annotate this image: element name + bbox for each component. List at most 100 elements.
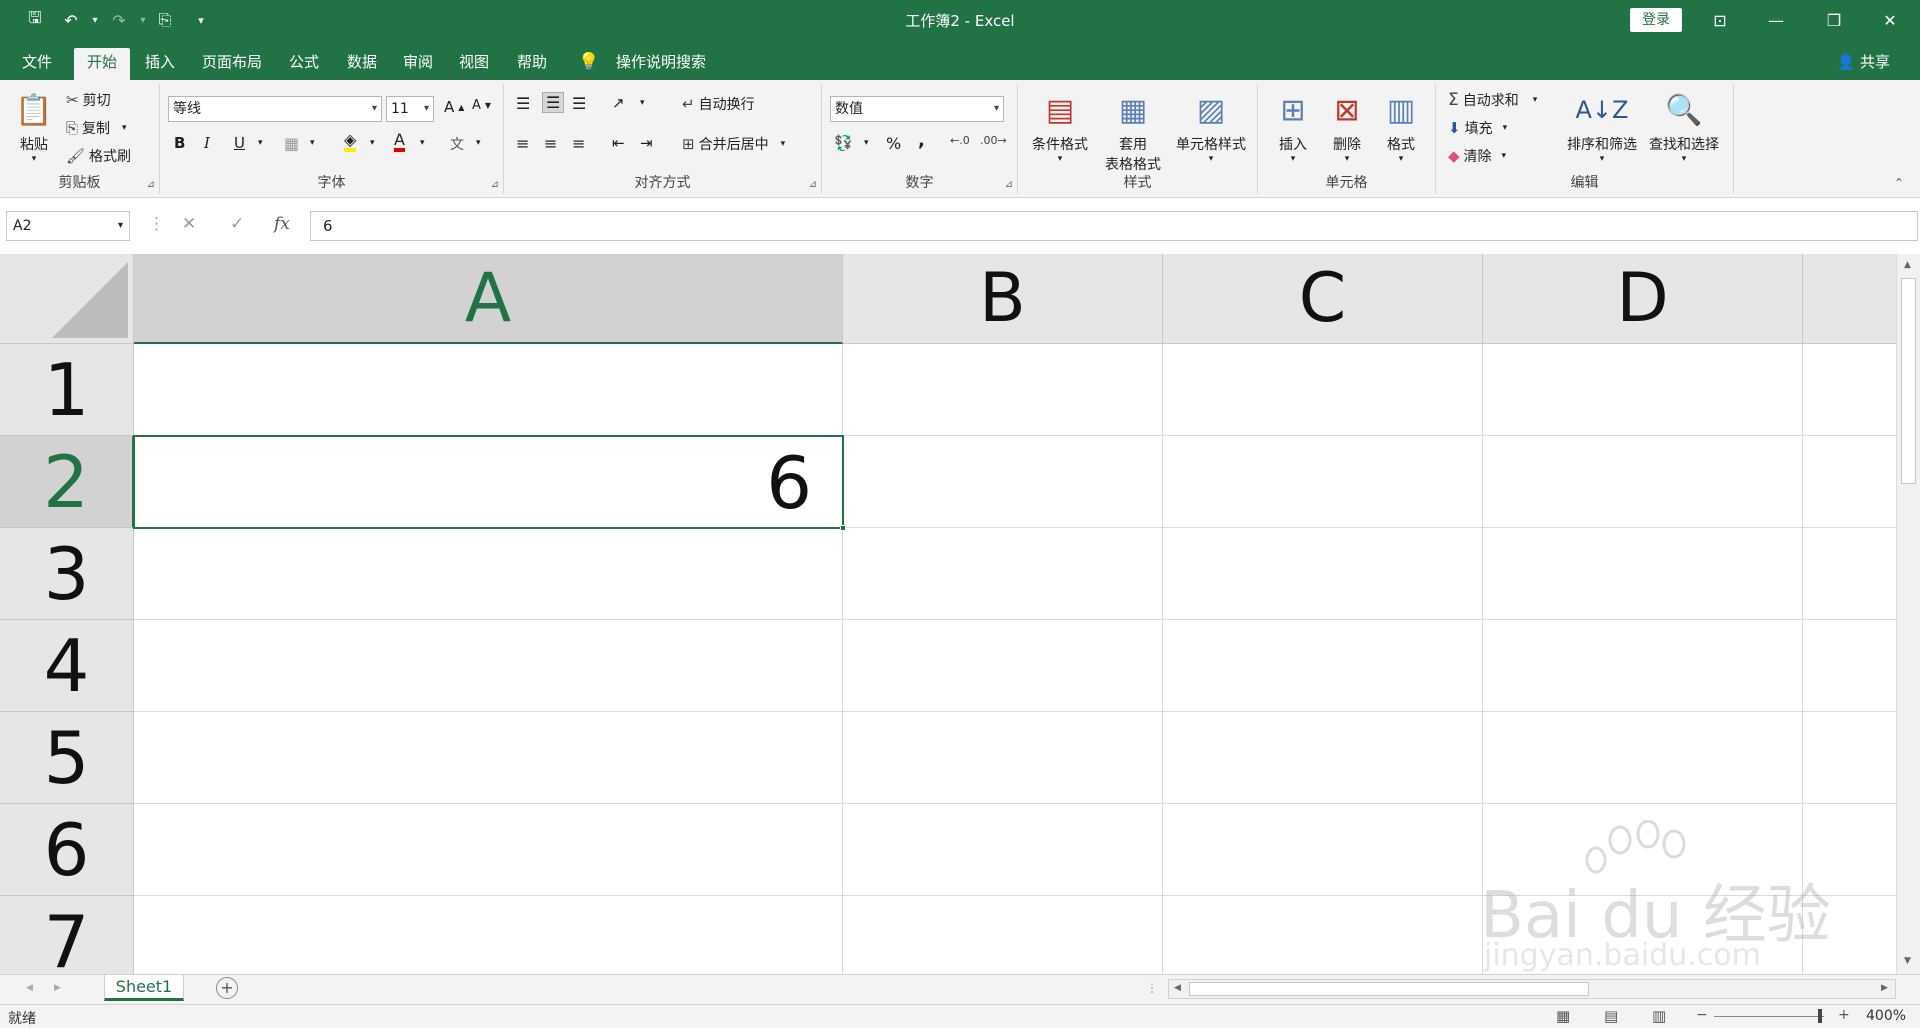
percent-style-button[interactable]: % xyxy=(886,134,901,153)
cell[interactable] xyxy=(1803,620,1897,712)
conditional-formatting-button[interactable]: ▤ 条件格式 ▾ xyxy=(1024,90,1096,165)
cell[interactable] xyxy=(843,712,1163,804)
tell-me-search[interactable]: 操作说明搜索 xyxy=(606,48,716,80)
cell-styles-button[interactable]: ▨ 单元格样式 ▾ xyxy=(1168,90,1254,165)
split-handle-icon[interactable]: ⋮ xyxy=(1146,981,1158,995)
accounting-format-icon[interactable]: 💱 xyxy=(834,134,853,152)
phonetic-guide-icon[interactable]: 文 xyxy=(450,134,464,154)
cell[interactable] xyxy=(1803,804,1897,896)
decrease-font-size-icon[interactable]: A ▼ xyxy=(472,98,491,113)
cancel-icon[interactable]: ✕ xyxy=(182,214,196,234)
number-format-select[interactable]: 数值 ▾ xyxy=(830,96,1004,122)
paste-button[interactable]: 📋 粘贴 ▾ xyxy=(8,90,60,165)
tab-insert[interactable]: 插入 xyxy=(134,48,186,80)
scroll-left-icon[interactable]: ◀ xyxy=(1174,983,1181,993)
zoom-level[interactable]: 400% xyxy=(1866,1008,1906,1024)
fill-color-dropdown-icon[interactable]: ▾ xyxy=(370,138,375,148)
accounting-dropdown-icon[interactable]: ▾ xyxy=(864,138,869,148)
cell[interactable] xyxy=(134,344,843,436)
column-header-b[interactable]: B xyxy=(843,254,1163,344)
bold-button[interactable]: B xyxy=(174,134,185,152)
collapse-ribbon-icon[interactable]: ⌃ xyxy=(1894,176,1904,190)
format-painter-button[interactable]: 🖌 格式刷 xyxy=(66,146,131,166)
horizontal-scrollbar[interactable]: ◀ ▶ xyxy=(1168,979,1896,999)
underline-button[interactable]: U xyxy=(234,134,245,152)
zoom-in-icon[interactable]: + xyxy=(1838,1007,1850,1023)
align-right-icon[interactable]: ≡ xyxy=(572,134,585,153)
format-as-table-button[interactable]: ▦ 套用 表格格式 xyxy=(1090,90,1176,174)
cell[interactable] xyxy=(1163,344,1483,436)
row-header-5[interactable]: 5 xyxy=(0,712,134,804)
align-left-icon[interactable]: ≡ xyxy=(516,134,529,153)
column-header-a[interactable]: A xyxy=(134,254,843,344)
fill-handle[interactable] xyxy=(840,525,846,531)
underline-dropdown-icon[interactable]: ▾ xyxy=(258,138,263,148)
close-icon[interactable]: ✕ xyxy=(1862,0,1918,40)
login-button[interactable]: 登录 xyxy=(1630,8,1682,32)
align-center-icon[interactable]: ≡ xyxy=(544,134,557,153)
tab-view[interactable]: 视图 xyxy=(448,48,500,80)
cell[interactable] xyxy=(1163,896,1483,974)
cell[interactable] xyxy=(1163,620,1483,712)
row-header-4[interactable]: 4 xyxy=(0,620,134,712)
dialog-launcher-icon[interactable]: ⊿ xyxy=(491,179,499,190)
cell-a2[interactable]: 6 xyxy=(133,435,844,529)
cell[interactable] xyxy=(1163,712,1483,804)
column-header-d[interactable]: D xyxy=(1483,254,1803,344)
zoom-slider-thumb[interactable] xyxy=(1818,1009,1822,1023)
orientation-icon[interactable]: ↗ xyxy=(612,94,625,112)
row-header-6[interactable]: 6 xyxy=(0,804,134,896)
font-size-select[interactable]: 11 ▾ xyxy=(386,96,434,122)
comma-style-button[interactable]: , xyxy=(918,130,925,151)
cell[interactable] xyxy=(843,344,1163,436)
page-break-view-icon[interactable]: ▥ xyxy=(1652,1007,1666,1025)
ribbon-display-options-icon[interactable]: ⊡ xyxy=(1692,0,1748,40)
clear-button[interactable]: ◆ 清除 ▾ xyxy=(1448,146,1506,166)
cell[interactable] xyxy=(843,528,1163,620)
cell[interactable] xyxy=(1163,436,1483,528)
find-select-button[interactable]: 🔍 查找和选择 ▾ xyxy=(1642,90,1726,165)
align-middle-icon[interactable]: ☰ xyxy=(542,92,565,113)
undo-dropdown-icon[interactable]: ▾ xyxy=(82,8,108,32)
cell[interactable] xyxy=(134,804,843,896)
column-header-e[interactable] xyxy=(1803,254,1897,344)
cell[interactable] xyxy=(1483,436,1803,528)
undo-icon[interactable]: ↶ xyxy=(58,8,84,32)
row-header-3[interactable]: 3 xyxy=(0,528,134,620)
dialog-launcher-icon[interactable]: ⊿ xyxy=(809,179,817,190)
cut-button[interactable]: ✂ 剪切 xyxy=(66,90,111,110)
fill-button[interactable]: ⬇ 填充 ▾ xyxy=(1448,118,1507,138)
font-color-dropdown-icon[interactable]: ▾ xyxy=(420,138,425,148)
row-header-2[interactable]: 2 xyxy=(0,436,134,528)
orientation-dropdown-icon[interactable]: ▾ xyxy=(640,98,645,108)
sort-filter-button[interactable]: A↓Z 排序和筛选 ▾ xyxy=(1562,90,1642,164)
wrap-text-button[interactable]: ↵ 自动换行 xyxy=(682,94,755,114)
autosum-button[interactable]: Σ 自动求和 ▾ xyxy=(1448,90,1537,110)
redo-icon[interactable]: ↷ xyxy=(106,8,132,32)
cell[interactable] xyxy=(1163,528,1483,620)
increase-indent-icon[interactable]: ⇥ xyxy=(640,134,653,152)
cell[interactable] xyxy=(1483,528,1803,620)
cell[interactable] xyxy=(1483,896,1803,974)
dialog-launcher-icon[interactable]: ⊿ xyxy=(1005,179,1013,190)
tab-file[interactable]: 文件 xyxy=(10,48,64,80)
tab-review[interactable]: 审阅 xyxy=(392,48,444,80)
save-icon[interactable]: 🖫 xyxy=(22,8,48,32)
insert-cells-button[interactable]: ⊞ 插入 ▾ xyxy=(1268,90,1318,165)
cell[interactable] xyxy=(134,896,843,974)
cell[interactable] xyxy=(1483,344,1803,436)
increase-decimal-icon[interactable]: ←.0 xyxy=(950,134,970,147)
cell[interactable] xyxy=(1163,804,1483,896)
cell[interactable] xyxy=(1803,436,1897,528)
select-all-button[interactable] xyxy=(0,254,134,344)
customize-quick-access-icon[interactable]: ▾ xyxy=(188,8,214,32)
cell[interactable] xyxy=(1803,344,1897,436)
vertical-scrollbar[interactable]: ▲ ▼ xyxy=(1896,254,1920,974)
sheet-tab-sheet1[interactable]: Sheet1 xyxy=(104,975,184,1001)
page-layout-view-icon[interactable]: ▤ xyxy=(1604,1007,1618,1025)
column-header-c[interactable]: C xyxy=(1163,254,1483,344)
delete-cells-button[interactable]: ⊠ 删除 ▾ xyxy=(1322,90,1372,165)
row-header-7[interactable]: 7 xyxy=(0,896,134,974)
name-box[interactable]: A2 ▾ xyxy=(6,211,130,241)
phonetic-dropdown-icon[interactable]: ▾ xyxy=(476,138,481,148)
